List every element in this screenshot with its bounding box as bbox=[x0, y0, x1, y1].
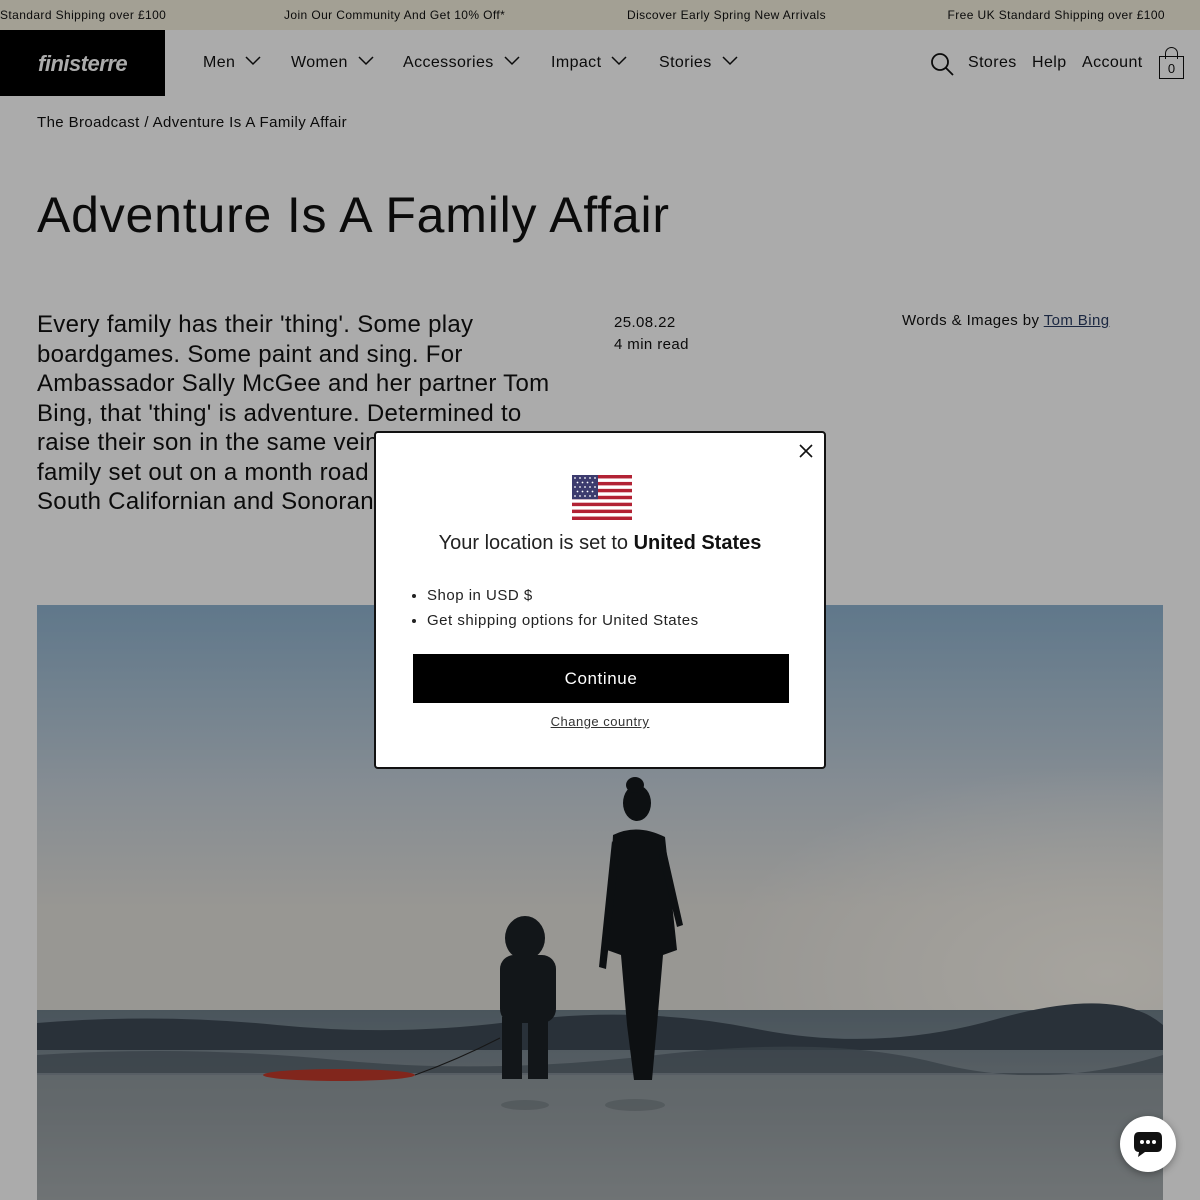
location-message: Your location is set to United States bbox=[376, 532, 824, 555]
change-country-link[interactable]: Change country bbox=[376, 714, 824, 729]
location-prefix: Your location is set to bbox=[438, 532, 628, 554]
location-benefits-list: Shop in USD $ Get shipping options for U… bbox=[427, 583, 699, 633]
location-modal: Your location is set to United States Sh… bbox=[374, 431, 826, 769]
list-item: Shop in USD $ bbox=[427, 583, 699, 608]
list-item: Get shipping options for United States bbox=[427, 608, 699, 633]
chat-button[interactable] bbox=[1120, 1116, 1176, 1172]
close-icon[interactable] bbox=[798, 443, 814, 459]
location-country: United States bbox=[633, 532, 762, 554]
chat-bubble-icon bbox=[1134, 1132, 1162, 1157]
continue-button[interactable]: Continue bbox=[413, 654, 789, 703]
us-flag-icon bbox=[572, 475, 632, 520]
